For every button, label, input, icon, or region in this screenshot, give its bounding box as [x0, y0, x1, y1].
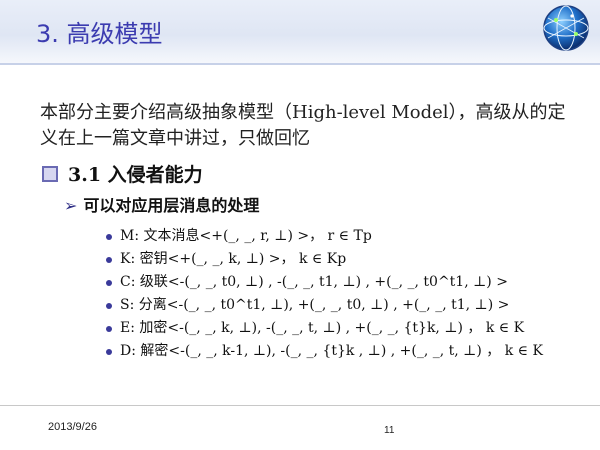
intro-paragraph: 本部分主要介绍高级抽象模型（High-level Model），高级从的定义在上…: [40, 102, 566, 149]
bullet-dot-icon: [106, 303, 112, 309]
arrow-bullet-icon: ➢: [64, 196, 78, 215]
page-number: 11: [384, 425, 395, 436]
footer-divider: [0, 405, 600, 406]
list-item: K: 密钥<+(_, _, k, ⊥) >， k ∈ Kp: [106, 248, 590, 271]
section-title: 3.1 入侵者能力: [68, 164, 203, 186]
list-item: D: 解密<-(_, _, k-1, ⊥), -(_, _, {t}k , ⊥)…: [106, 340, 590, 363]
list-item: S: 分离<-(_, _, t0^t1, ⊥), +(_, _, t0, ⊥) …: [106, 294, 590, 317]
square-bullet-icon: [42, 166, 58, 182]
slide-title: 3. 高级模型: [36, 20, 163, 48]
bullet-dot-icon: [106, 257, 112, 263]
subsection-title: 可以对应用层消息的处理: [83, 196, 260, 215]
header-divider: [0, 63, 600, 65]
bullet-dot-icon: [106, 280, 112, 286]
subsection-heading: ➢ 可以对应用层消息的处理: [64, 192, 259, 216]
list-item: E: 加密<-(_, _, k, ⊥), -(_, _, t, ⊥) , +(_…: [106, 317, 590, 340]
capability-list: M: 文本消息<+(_, _, r, ⊥) >， r ∈ Tp K: 密钥<+(…: [106, 225, 590, 363]
bullet-dot-icon: [106, 326, 112, 332]
globe-logo-icon: [543, 5, 589, 51]
list-item: M: 文本消息<+(_, _, r, ⊥) >， r ∈ Tp: [106, 225, 590, 248]
list-item: C: 级联<-(_, _, t0, ⊥) , -(_, _, t1, ⊥) , …: [106, 271, 590, 294]
bullet-dot-icon: [106, 349, 112, 355]
footer-date: 2013/9/26: [48, 421, 97, 433]
bullet-dot-icon: [106, 234, 112, 240]
slide-header: 3. 高级模型: [0, 0, 600, 65]
section-heading: 3.1 入侵者能力: [42, 160, 203, 187]
